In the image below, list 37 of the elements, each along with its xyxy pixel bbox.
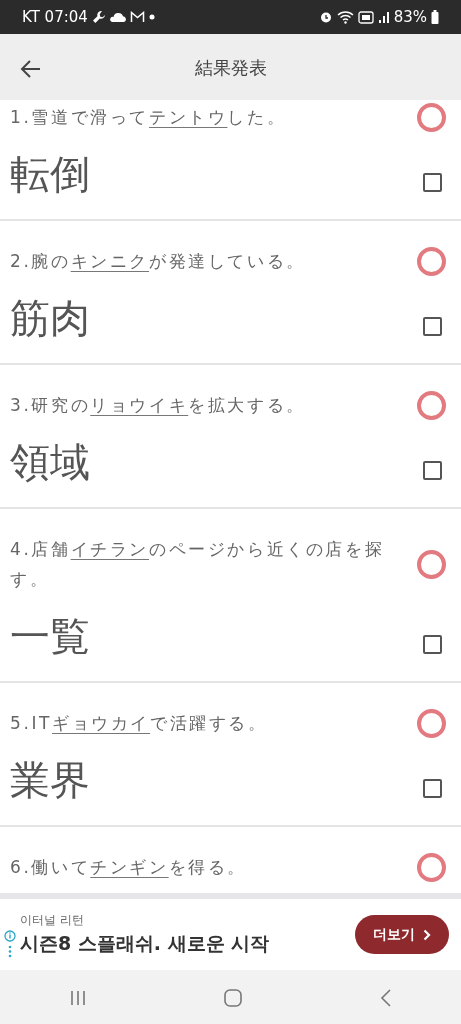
battery-icon [431, 10, 439, 24]
ad-advertiser: 이터널 리턴 [20, 912, 85, 930]
status-time: KT 07:04 [22, 6, 88, 28]
checkbox[interactable] [423, 317, 442, 336]
info-icon[interactable] [4, 927, 16, 958]
question-text: 5.ITギョウカイ で活躍する。 [10, 712, 268, 735]
hd-icon [357, 10, 374, 24]
question-text: 3.研究の リョウイキ を拡大する。 [10, 394, 306, 417]
checkbox[interactable] [423, 461, 442, 480]
question-text: 2.腕の キンニク が発達している。 [10, 250, 306, 273]
wifi-icon [336, 10, 354, 24]
ad-headline[interactable]: 시즌8 스플래쉬. 새로운 시작 [20, 929, 270, 958]
more-button[interactable]: 더보기 [355, 915, 449, 954]
battery-percent: 83% [393, 6, 427, 28]
question-text: 1.雪道で滑って テントウ した。 [10, 106, 287, 129]
dot-icon [148, 14, 155, 20]
back-icon[interactable] [380, 989, 393, 1007]
answer-text: 一覧 [10, 612, 90, 660]
chevron-right-icon [423, 928, 431, 941]
checkbox[interactable] [423, 635, 442, 654]
mail-icon [129, 11, 145, 23]
home-icon[interactable] [224, 989, 243, 1007]
back-arrow-icon [20, 57, 42, 80]
checkbox[interactable] [423, 779, 442, 798]
answer-text: 領域 [10, 438, 90, 486]
screen-title: 結果発表 [194, 55, 267, 80]
answer-text: 筋肉 [10, 294, 90, 342]
answer-text: 業界 [10, 756, 90, 804]
cloud-icon [109, 12, 126, 22]
checkbox[interactable] [423, 173, 442, 192]
question-text: 4.店舗 イチランのページから近くの店を探す。 [10, 538, 385, 591]
signal-icon [377, 11, 390, 23]
recents-icon[interactable] [68, 990, 87, 1006]
wrench-icon [91, 10, 106, 24]
question-text: 6.働いて チンギン を得る。 [10, 856, 248, 879]
alarm-icon [318, 10, 333, 24]
answer-text: 転倒 [10, 150, 90, 198]
